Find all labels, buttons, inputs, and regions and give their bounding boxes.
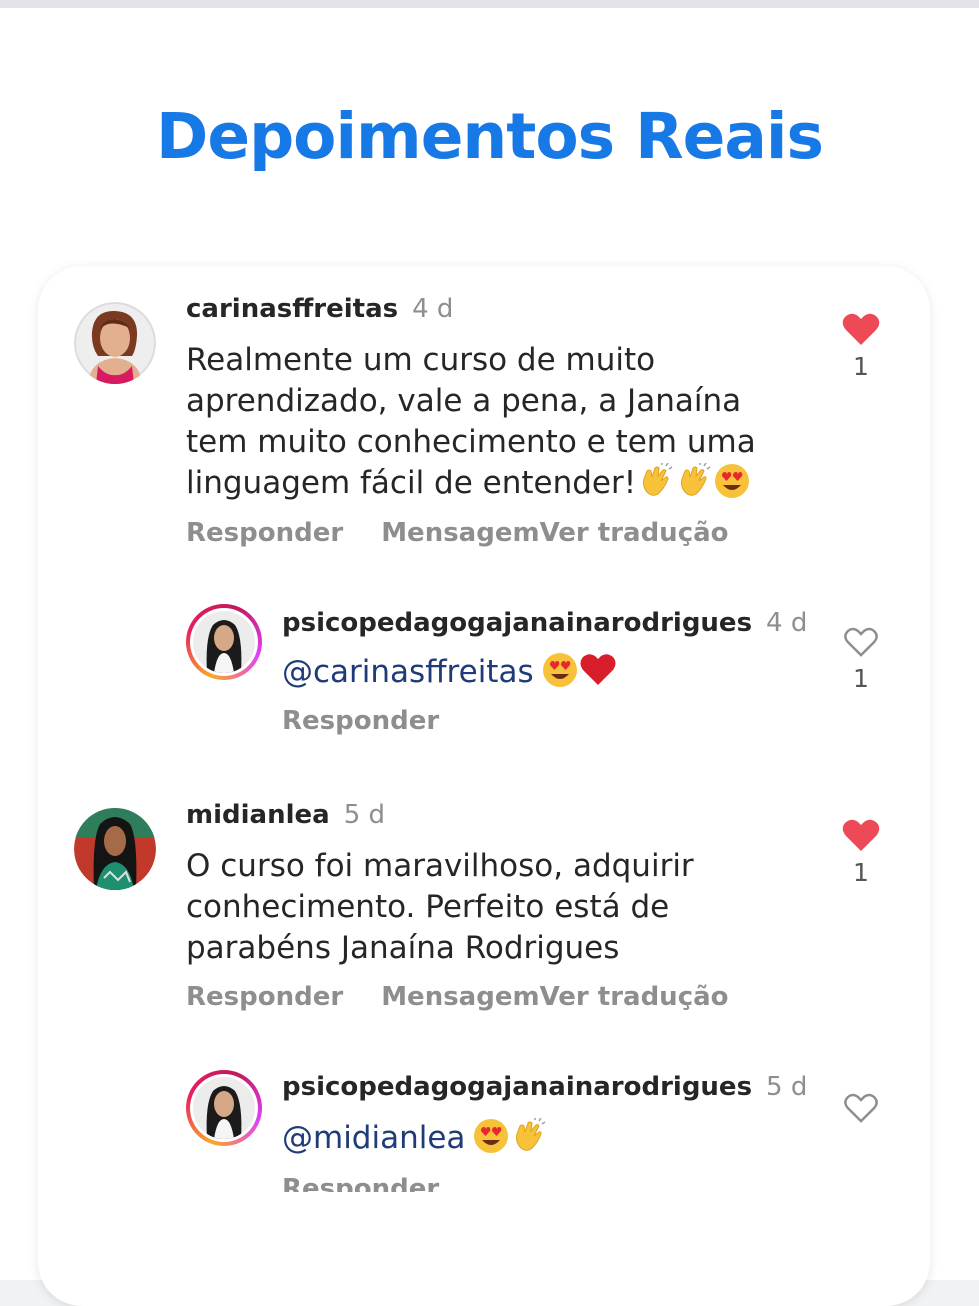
testimonials-card: carinasffreitas 4 d Realmente um curso de… — [38, 266, 930, 1306]
username-text[interactable]: psicopedagogajanainarodrigues — [282, 608, 752, 638]
username-text[interactable]: midianlea — [186, 800, 330, 830]
message-button[interactable]: Mensagem — [381, 518, 539, 548]
reply-comment: psicopedagogajanainarodrigues 5 d @midian… — [38, 1062, 930, 1192]
mention-link[interactable]: @carinasffreitas — [282, 654, 534, 690]
avatar[interactable] — [186, 1070, 262, 1146]
heart-eyes-icon — [474, 1119, 509, 1153]
comment-actions: Responder — [282, 706, 439, 736]
reply-button[interactable]: Responder — [282, 1174, 439, 1192]
avatar[interactable] — [74, 808, 156, 890]
comment-username[interactable]: midianlea 5 d — [186, 800, 385, 830]
comment-text: Realmente um curso de muito aprendizado,… — [186, 340, 786, 504]
comment-actions: Responder MensagemVer tradução — [186, 518, 729, 548]
red-heart-icon — [580, 654, 616, 685]
top-strip — [0, 0, 979, 8]
heart-filled-icon[interactable] — [842, 818, 880, 852]
comment-text: O curso foi maravilhoso, adquirir conhec… — [186, 846, 746, 969]
comment-time: 5 d — [766, 1072, 808, 1102]
mention-link[interactable]: @midianlea — [282, 1120, 465, 1156]
comment-username[interactable]: psicopedagogajanainarodrigues 5 d — [282, 1072, 807, 1102]
reply-comment: psicopedagogajanainarodrigues 4 d @carina… — [38, 596, 930, 766]
username-text[interactable]: psicopedagogajanainarodrigues — [282, 1072, 752, 1102]
like-control[interactable]: 1 — [836, 312, 886, 381]
reply-button[interactable]: Responder — [186, 982, 343, 1012]
heart-filled-icon[interactable] — [842, 312, 880, 346]
heart-outline-icon[interactable] — [843, 1092, 879, 1124]
comment-time: 4 d — [766, 608, 808, 638]
like-control[interactable]: 1 — [836, 818, 886, 887]
like-count: 1 — [853, 858, 869, 887]
message-button[interactable]: Mensagem — [381, 982, 539, 1012]
comment-username[interactable]: carinasffreitas 4 d — [186, 294, 453, 324]
comment-actions: Responder — [282, 1174, 439, 1192]
comment-actions: Responder MensagemVer tradução — [186, 982, 729, 1012]
reply-button[interactable]: Responder — [186, 518, 343, 548]
clapping-hands-icon — [643, 463, 673, 496]
like-count: 1 — [853, 352, 869, 381]
comment-time: 5 d — [343, 800, 385, 830]
comment: midianlea 5 d O curso foi maravilhoso, ad… — [38, 778, 930, 1038]
comment-text: @carinasffreitas — [282, 652, 782, 693]
clapping-hands-icon — [516, 1118, 546, 1151]
see-translation-button[interactable]: Ver tradução — [540, 518, 729, 548]
comment-text: @midianlea — [282, 1118, 782, 1159]
comment-time: 4 d — [412, 294, 454, 324]
clapping-hands-icon — [681, 463, 711, 496]
heart-eyes-icon — [715, 464, 750, 498]
see-translation-button[interactable]: Ver tradução — [540, 982, 729, 1012]
heart-outline-icon[interactable] — [843, 626, 879, 658]
username-text[interactable]: carinasffreitas — [186, 294, 398, 324]
like-control[interactable] — [836, 1092, 886, 1124]
reply-button[interactable]: Responder — [282, 706, 439, 736]
comment-username[interactable]: psicopedagogajanainarodrigues 4 d — [282, 608, 807, 638]
like-count: 1 — [853, 664, 869, 693]
section-title: Depoimentos Reais — [156, 100, 824, 173]
comment-body: O curso foi maravilhoso, adquirir conhec… — [186, 848, 694, 966]
comment: carinasffreitas 4 d Realmente um curso de… — [38, 266, 930, 566]
heart-eyes-icon — [542, 653, 577, 687]
avatar[interactable] — [186, 604, 262, 680]
avatar[interactable] — [74, 302, 156, 384]
like-control[interactable]: 1 — [836, 626, 886, 693]
